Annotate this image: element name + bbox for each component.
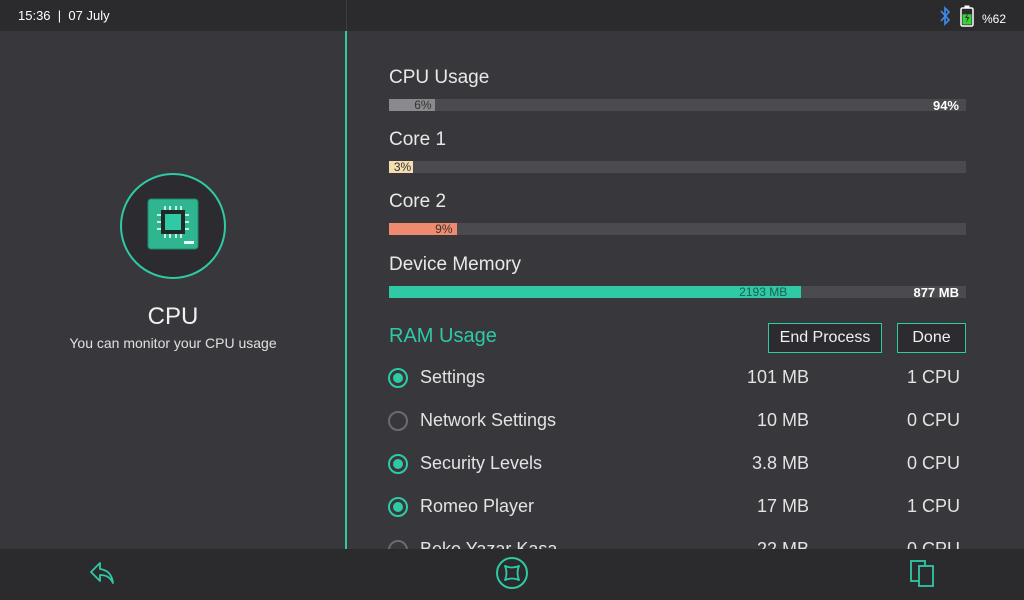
process-select-radio[interactable] bbox=[388, 540, 408, 549]
core1-label: Core 1 bbox=[389, 129, 447, 150]
status-separator: | bbox=[54, 8, 65, 23]
core1-fill: 3% bbox=[389, 160, 414, 174]
end-process-button[interactable]: End Process bbox=[768, 323, 882, 353]
process-row[interactable]: Network Settings 10 MB 0 CPU bbox=[387, 408, 967, 438]
device-memory-label: Device Memory bbox=[389, 254, 521, 275]
core2-used-text: 9% bbox=[435, 222, 453, 236]
process-memory: 17 MB bbox=[756, 496, 809, 516]
process-cpu: 1 CPU bbox=[906, 367, 960, 387]
cpu-badge bbox=[120, 173, 226, 279]
back-icon bbox=[88, 560, 116, 591]
process-select-radio[interactable] bbox=[388, 454, 408, 474]
process-row[interactable]: Security Levels 3.8 MB 0 CPU bbox=[387, 451, 967, 481]
cpu-usage-bar: 6% 94% bbox=[389, 98, 966, 113]
process-cpu: 0 CPU bbox=[906, 539, 960, 549]
home-button[interactable] bbox=[494, 556, 530, 595]
cpu-chip-icon bbox=[146, 197, 200, 256]
core1-bar: 3% bbox=[389, 160, 966, 174]
cpu-subtitle: You can monitor your CPU usage bbox=[69, 335, 277, 351]
process-row[interactable]: Beko Yazar Kasa 22 MB 0 CPU bbox=[387, 537, 967, 549]
core2-fill: 9% bbox=[389, 222, 457, 236]
device-memory-fill: 2193 MB bbox=[389, 285, 802, 299]
process-row[interactable]: Settings 101 MB 1 CPU bbox=[387, 365, 967, 395]
process-select-radio[interactable] bbox=[388, 411, 408, 431]
process-name: Settings bbox=[420, 367, 486, 387]
core2-label: Core 2 bbox=[389, 191, 447, 212]
status-bar-divider bbox=[346, 0, 347, 31]
back-button[interactable] bbox=[84, 557, 120, 593]
process-memory: 22 MB bbox=[756, 539, 809, 549]
process-cpu: 1 CPU bbox=[906, 496, 960, 516]
process-memory: 10 MB bbox=[756, 410, 809, 430]
cpu-usage-free-text: 94% bbox=[932, 98, 959, 113]
process-name: Network Settings bbox=[420, 410, 557, 430]
battery-percent: %62 bbox=[981, 11, 1006, 26]
bottom-nav bbox=[0, 549, 1024, 600]
process-cpu: 0 CPU bbox=[906, 410, 960, 430]
process-memory: 3.8 MB bbox=[751, 453, 809, 473]
process-select-radio[interactable] bbox=[388, 368, 408, 388]
process-name: Security Levels bbox=[420, 453, 543, 473]
process-row[interactable]: Romeo Player 17 MB 1 CPU bbox=[387, 494, 967, 524]
ram-usage-title: RAM Usage bbox=[389, 325, 497, 347]
core2-bar: 9% bbox=[389, 222, 966, 236]
device-memory-free-text: 877 MB bbox=[913, 285, 959, 300]
status-time-date: 15:36 | 07 July bbox=[18, 8, 110, 23]
status-bar: 15:36 | 07 July %62 bbox=[0, 0, 1024, 31]
status-time: 15:36 bbox=[18, 8, 51, 23]
bluetooth-icon bbox=[938, 6, 952, 31]
right-panel: CPU Usage 6% 94% Core 1 3% Core 2 9% Dev… bbox=[347, 31, 1024, 549]
done-button[interactable]: Done bbox=[897, 323, 966, 353]
process-name: Beko Yazar Kasa bbox=[420, 539, 558, 549]
cpu-usage-fill: 6% bbox=[389, 98, 435, 112]
process-cpu: 0 CPU bbox=[906, 453, 960, 473]
process-name: Romeo Player bbox=[420, 496, 535, 516]
battery-icon bbox=[960, 5, 974, 32]
recent-apps-button[interactable] bbox=[905, 557, 941, 593]
cpu-usage-used-text: 6% bbox=[414, 98, 432, 112]
recent-apps-icon bbox=[908, 558, 938, 593]
home-icon bbox=[495, 556, 529, 595]
status-icons: %62 bbox=[938, 5, 1006, 32]
process-select-radio[interactable] bbox=[388, 497, 408, 517]
left-panel: CPU You can monitor your CPU usage bbox=[0, 31, 346, 549]
process-memory: 101 MB bbox=[746, 367, 809, 387]
status-date: 07 July bbox=[68, 8, 110, 23]
device-memory-used-text: 2193 MB bbox=[739, 285, 788, 299]
cpu-usage-label: CPU Usage bbox=[389, 67, 490, 88]
core1-used-text: 3% bbox=[393, 160, 412, 174]
device-memory-bar: 2193 MB 877 MB bbox=[389, 285, 966, 300]
cpu-title: CPU bbox=[147, 303, 199, 330]
